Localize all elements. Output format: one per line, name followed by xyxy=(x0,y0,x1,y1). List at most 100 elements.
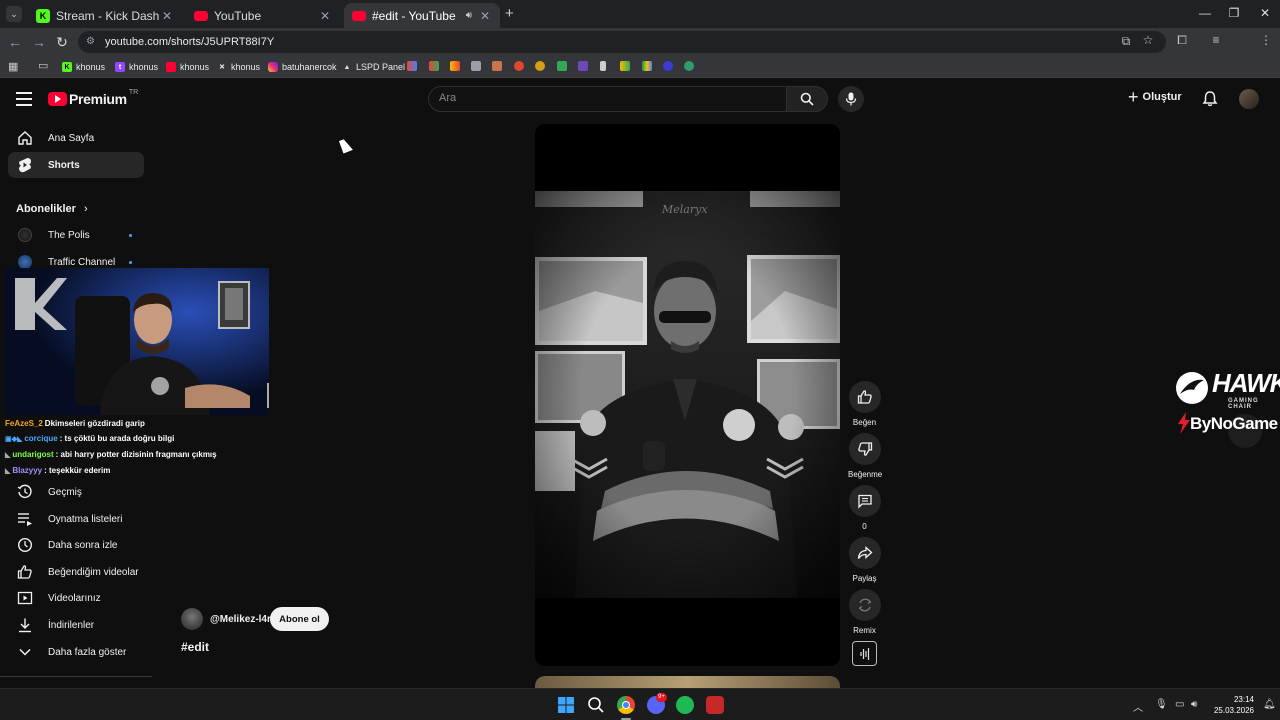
extension-bookmark-icon[interactable] xyxy=(535,61,545,71)
drive-bookmark-icon[interactable] xyxy=(642,61,652,71)
close-window-button[interactable]: ✕ xyxy=(1256,6,1274,20)
gmail-bookmark-icon[interactable] xyxy=(407,61,417,71)
extension-bookmark-icon[interactable] xyxy=(514,61,524,71)
chat-message: FeAzeS_2 Dkimseleri gözdiradi garip xyxy=(5,416,270,431)
subscribe-button[interactable]: Abone ol xyxy=(270,607,329,631)
site-info-icon[interactable]: ⚙ xyxy=(86,36,95,47)
taskbar-clock[interactable]: 23:14 25.03.2026 xyxy=(1212,694,1254,716)
thumb-down-icon xyxy=(848,433,881,465)
extension-bookmark-icon[interactable] xyxy=(684,61,694,71)
video-watermark: Melaryx xyxy=(662,203,708,216)
subscriptions-heading[interactable]: Abonelikler › xyxy=(16,203,88,215)
forms-bookmark-icon[interactable] xyxy=(578,61,588,71)
next-short-thumbnail[interactable] xyxy=(535,676,840,688)
restore-button[interactable]: ❐ xyxy=(1225,6,1243,20)
reload-button[interactable]: ↻ xyxy=(53,34,71,51)
tray-overflow-icon[interactable]: ︿ xyxy=(1133,699,1143,714)
extension-bookmark-icon[interactable] xyxy=(663,61,673,71)
close-icon[interactable]: ✕ xyxy=(478,9,492,23)
sidebar-item-home[interactable]: Ana Sayfa xyxy=(8,125,144,151)
arrow-bookmark-icon[interactable] xyxy=(600,61,606,71)
bookmark-kick[interactable]: K khonus xyxy=(62,60,105,74)
notification-icon[interactable]: 🔔︎ xyxy=(1263,699,1276,710)
notifications-bell-icon[interactable] xyxy=(1201,90,1219,108)
forward-button[interactable]: → xyxy=(30,34,48,50)
extension-bookmark-icon[interactable] xyxy=(620,61,630,71)
streaming-app-icon[interactable] xyxy=(706,696,724,714)
channel-name[interactable]: @Melikez-l4r xyxy=(210,614,271,625)
spotify-icon[interactable] xyxy=(676,696,694,714)
sidebar-item-label: Daha fazla göster xyxy=(48,646,127,658)
subscriptions-title: Abonelikler xyxy=(16,203,76,215)
tab-kick-dashboard[interactable]: K Stream - Kick Dashboard ✕ xyxy=(28,3,182,28)
gmail-bookmark-icon[interactable] xyxy=(450,61,460,71)
sidebar-divider xyxy=(0,676,152,677)
search-input[interactable] xyxy=(439,92,769,104)
sidebar-item-your-videos[interactable]: Videolarınız xyxy=(8,585,144,611)
new-tab-button[interactable]: + xyxy=(505,5,514,22)
shorts-video-player[interactable]: Melaryx xyxy=(535,124,840,666)
network-icon[interactable]: ▭ xyxy=(1175,699,1184,710)
close-icon[interactable]: ✕ xyxy=(160,9,174,23)
bookmark-twitch[interactable]: t khonus xyxy=(115,60,158,74)
back-button[interactable]: ← xyxy=(6,34,24,50)
tab-label: Stream - Kick Dashboard xyxy=(56,8,160,23)
dislike-button[interactable]: Beğenme xyxy=(848,433,882,479)
address-bar[interactable]: ⚙ youtube.com/shorts/J5UPRT88I7Y xyxy=(78,31,1166,53)
apps-grid-icon[interactable]: ▦ xyxy=(8,60,18,73)
chrome-icon[interactable] xyxy=(617,696,635,714)
menu-kebab-icon[interactable]: ⋮ xyxy=(1258,33,1274,47)
extension-bookmark-icon[interactable] xyxy=(492,61,502,71)
sidebar-item-watch-later[interactable]: Daha sonra izle xyxy=(8,532,144,558)
share-button[interactable]: Paylaş xyxy=(848,537,881,583)
logo-text: Premium xyxy=(69,91,127,107)
sheet-bookmark-icon[interactable] xyxy=(471,61,481,71)
tab-label: #edit - YouTube xyxy=(372,8,456,23)
sidebar-item-label: Geçmiş xyxy=(48,486,82,498)
tab-youtube[interactable]: YouTube ✕ xyxy=(186,3,340,28)
bookmark-lspd[interactable]: ▲ LSPD Panel xyxy=(342,60,406,74)
sidebar-item-liked-videos[interactable]: Beğendiğim videolar xyxy=(8,559,144,585)
microphone-tray-icon[interactable]: 🎙︎ xyxy=(1155,699,1168,710)
subscription-the-polis[interactable]: The Polis xyxy=(8,222,144,248)
account-avatar[interactable] xyxy=(1239,89,1259,109)
cast-icon[interactable]: ⧉ xyxy=(1118,34,1134,49)
sidebar-item-label: Oynatma listeleri xyxy=(48,513,123,525)
sidebar-item-show-more[interactable]: Daha fazla göster xyxy=(8,639,144,665)
media-controls-icon[interactable]: ≡ xyxy=(1208,33,1224,47)
tab-search-button[interactable]: ⌄ xyxy=(6,6,22,22)
create-button[interactable]: + Oluştur xyxy=(1128,88,1182,106)
comments-button[interactable]: 0 xyxy=(848,485,881,531)
sponsor-brand: HAWK xyxy=(1212,368,1280,398)
bookmark-x[interactable]: ✕ khonus xyxy=(217,60,260,74)
bookmark-star-icon[interactable]: ☆ xyxy=(1140,33,1156,47)
folder-icon[interactable]: ▭ xyxy=(38,59,48,72)
sidebar-item-downloads[interactable]: İndirilenler xyxy=(8,612,144,638)
windows-start-icon[interactable] xyxy=(557,696,575,714)
sheets-bookmark-icon[interactable] xyxy=(557,61,567,71)
sidebar-item-history[interactable]: Geçmiş xyxy=(8,479,144,505)
sidebar-item-shorts[interactable]: Shorts xyxy=(8,152,144,178)
stream-chat-overlay: FeAzeS_2 Dkimseleri gözdiradi garip ▣◆◣ c… xyxy=(5,416,270,476)
hamburger-menu-icon[interactable] xyxy=(16,92,32,106)
bookmark-instagram[interactable]: batuhanercok xyxy=(268,60,337,74)
short-title[interactable]: #edit xyxy=(181,640,209,654)
sidebar-item-label: İndirilenler xyxy=(48,619,95,631)
youtube-premium-logo[interactable]: Premium TR xyxy=(48,89,138,107)
sidebar-item-playlists[interactable]: Oynatma listeleri xyxy=(8,506,144,532)
channel-avatar[interactable] xyxy=(181,608,203,630)
extensions-icon[interactable]: ⧠ xyxy=(1174,33,1190,48)
remix-button[interactable]: Remix xyxy=(848,589,881,635)
search-button[interactable] xyxy=(786,86,828,112)
gmail-bookmark-icon[interactable] xyxy=(429,61,439,71)
like-button[interactable]: Beğen xyxy=(848,381,881,427)
minimize-button[interactable]: — xyxy=(1196,6,1214,20)
voice-search-button[interactable] xyxy=(838,86,864,112)
close-icon[interactable]: ✕ xyxy=(318,9,332,23)
search-icon[interactable] xyxy=(587,696,605,714)
bookmark-youtube[interactable]: khonus xyxy=(166,60,209,74)
volume-icon[interactable]: 🔊︎ xyxy=(1191,699,1197,710)
speaker-icon[interactable]: 🔊︎ xyxy=(466,10,472,21)
tab-edit-youtube[interactable]: #edit - YouTube 🔊︎ ✕ xyxy=(344,3,500,28)
sound-button[interactable] xyxy=(852,641,877,666)
